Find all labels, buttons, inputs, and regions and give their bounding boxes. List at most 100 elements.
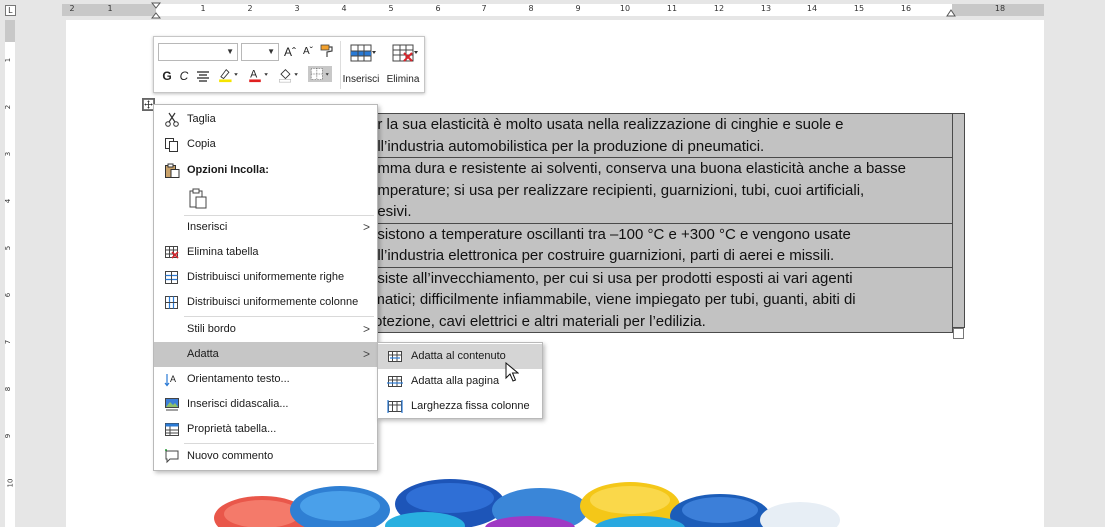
bottle-caps-image [214,479,840,527]
paste-keep-format-icon[interactable] [187,188,209,210]
text-direction-icon: A [164,374,176,387]
vruler-number: 8 [4,386,13,392]
table-cell[interactable]: esiste all’invecchiamento, per cui si us… [366,266,953,333]
table-cell[interactable]: er la sua elasticità è molto usata nella… [366,113,953,158]
menu-label: Taglia [187,113,216,125]
svg-text:A: A [170,374,176,384]
font-name-box[interactable]: ▼ [158,43,238,61]
ruler-number: 10 [619,4,631,13]
submenu-label: Adatta alla pagina [411,375,500,387]
menu-item-new-comment[interactable]: Nuovo commento [154,444,377,469]
vruler-number: 2 [4,104,13,110]
menu-label: Proprietà tabella... [187,423,277,435]
copy-icon [165,138,178,152]
clipboard-icon [165,163,180,178]
context-menu: Taglia Copia Opzioni Incolla: Inserisci … [153,104,378,471]
chevron-down-icon[interactable]: ▼ [226,47,234,56]
chevron-right-icon: > [362,220,370,234]
first-line-indent-marker[interactable] [151,2,161,20]
insert-rows-icon [350,44,376,62]
vruler-number: 3 [4,151,13,157]
table-properties-icon [165,423,179,436]
fixed-column-width-icon [387,400,403,413]
submenu-label: Larghezza fissa colonne [411,400,530,412]
menu-label: Adatta [187,348,219,360]
right-indent-marker[interactable] [946,8,956,18]
menu-item-paste-options: Opzioni Incolla: [154,158,377,183]
ruler-number: 16 [900,4,912,13]
menu-item-copy[interactable]: Copia [154,132,377,157]
vruler-number: 4 [4,198,13,204]
format-painter-icon[interactable] [319,43,335,59]
menu-label: Copia [187,138,216,150]
ruler-number: 1 [200,4,206,13]
menu-item-insert[interactable]: Inserisci > [154,215,377,240]
chevron-down-icon[interactable]: ▼ [267,47,275,56]
menu-item-table-properties[interactable]: Proprietà tabella... [154,417,377,442]
delete-table-icon [392,44,418,62]
menu-label: Distribuisci uniformemente colonne [187,296,359,308]
distribute-columns-icon [165,296,178,309]
chevron-right-icon: > [362,347,370,361]
menu-item-autofit[interactable]: Adatta > [154,342,377,367]
caption-icon [165,398,179,411]
bold-button[interactable]: G [160,68,174,84]
ruler-number: 3 [294,4,300,13]
vruler-number: 9 [4,433,13,439]
delete-label: Elimina [386,74,420,85]
ruler-number: 12 [713,4,725,13]
ruler-number: 2 [247,4,253,13]
insert-table-button[interactable]: Inserisci [339,41,383,89]
menu-item-distribute-rows[interactable]: Distribuisci uniformemente righe [154,265,377,290]
scissors-icon [165,112,179,127]
menu-item-text-direction[interactable]: A Orientamento testo... [154,367,377,392]
document-table[interactable]: er la sua elasticità è molto usata nella… [366,113,953,333]
autofit-window-icon [387,376,403,387]
ruler-number: 6 [435,4,441,13]
grow-font-button[interactable]: Aˆ [282,44,298,60]
vertical-ruler[interactable]: 1 2 3 4 5 6 7 8 9 10 [0,20,20,527]
center-align-icon[interactable] [196,69,210,85]
vruler-number: 1 [4,57,13,63]
table-right-column[interactable] [953,113,965,328]
ruler-number: 13 [760,4,772,13]
ruler-number: 4 [341,4,347,13]
font-color-icon[interactable]: A [247,67,271,83]
borders-icon[interactable] [305,66,335,82]
shading-icon[interactable] [277,67,301,83]
menu-item-cut[interactable]: Taglia [154,107,377,132]
vruler-number: 7 [4,339,13,345]
vruler-track [5,20,15,527]
ruler-number: 1 [107,4,113,13]
menu-label: Distribuisci uniformemente righe [187,271,345,283]
highlight-color-icon[interactable] [216,67,240,83]
table-row[interactable]: esiste all’invecchiamento, per cui si us… [366,266,953,333]
menu-item-delete-table[interactable]: Elimina tabella [154,240,377,265]
horizontal-ruler[interactable]: 2 1 1 2 3 4 5 6 7 8 9 10 11 12 13 14 15 16 18 [0,0,1105,20]
italic-button[interactable]: C [178,68,190,84]
table-row[interactable]: er la sua elasticità è molto usata nella… [366,113,953,158]
tab-selector[interactable]: L [5,5,16,16]
menu-item-insert-caption[interactable]: Inserisci didascalia... [154,392,377,417]
submenu-item-fixed-width[interactable]: Larghezza fissa colonne [378,394,542,419]
table-row[interactable]: omma dura e resistente ai solventi, cons… [366,157,953,224]
submenu-label: Adatta al contenuto [411,350,506,362]
ruler-number: 5 [388,4,394,13]
delete-table-button[interactable]: Elimina [381,41,425,89]
table-cell[interactable]: omma dura e resistente ai solventi, cons… [366,157,953,224]
menu-label: Inserisci didascalia... [187,398,289,410]
ruler-number: 15 [853,4,865,13]
table-cell[interactable]: esistono a temperature oscillanti tra –1… [366,222,953,268]
ruler-number: 14 [806,4,818,13]
shrink-font-button[interactable]: Aˇ [300,44,316,60]
autofit-content-icon [388,351,402,362]
menu-label: Nuovo commento [187,450,274,462]
table-row[interactable]: esistono a temperature oscillanti tra –1… [366,222,953,268]
table-resize-handle[interactable] [953,328,964,339]
comment-icon [165,449,179,464]
menu-item-border-styles[interactable]: Stili bordo > [154,317,377,342]
menu-item-distribute-cols[interactable]: Distribuisci uniformemente colonne [154,290,377,315]
font-size-box[interactable]: ▼ [241,43,279,61]
ruler-number: 9 [575,4,581,13]
vruler-top-margin [5,20,15,42]
